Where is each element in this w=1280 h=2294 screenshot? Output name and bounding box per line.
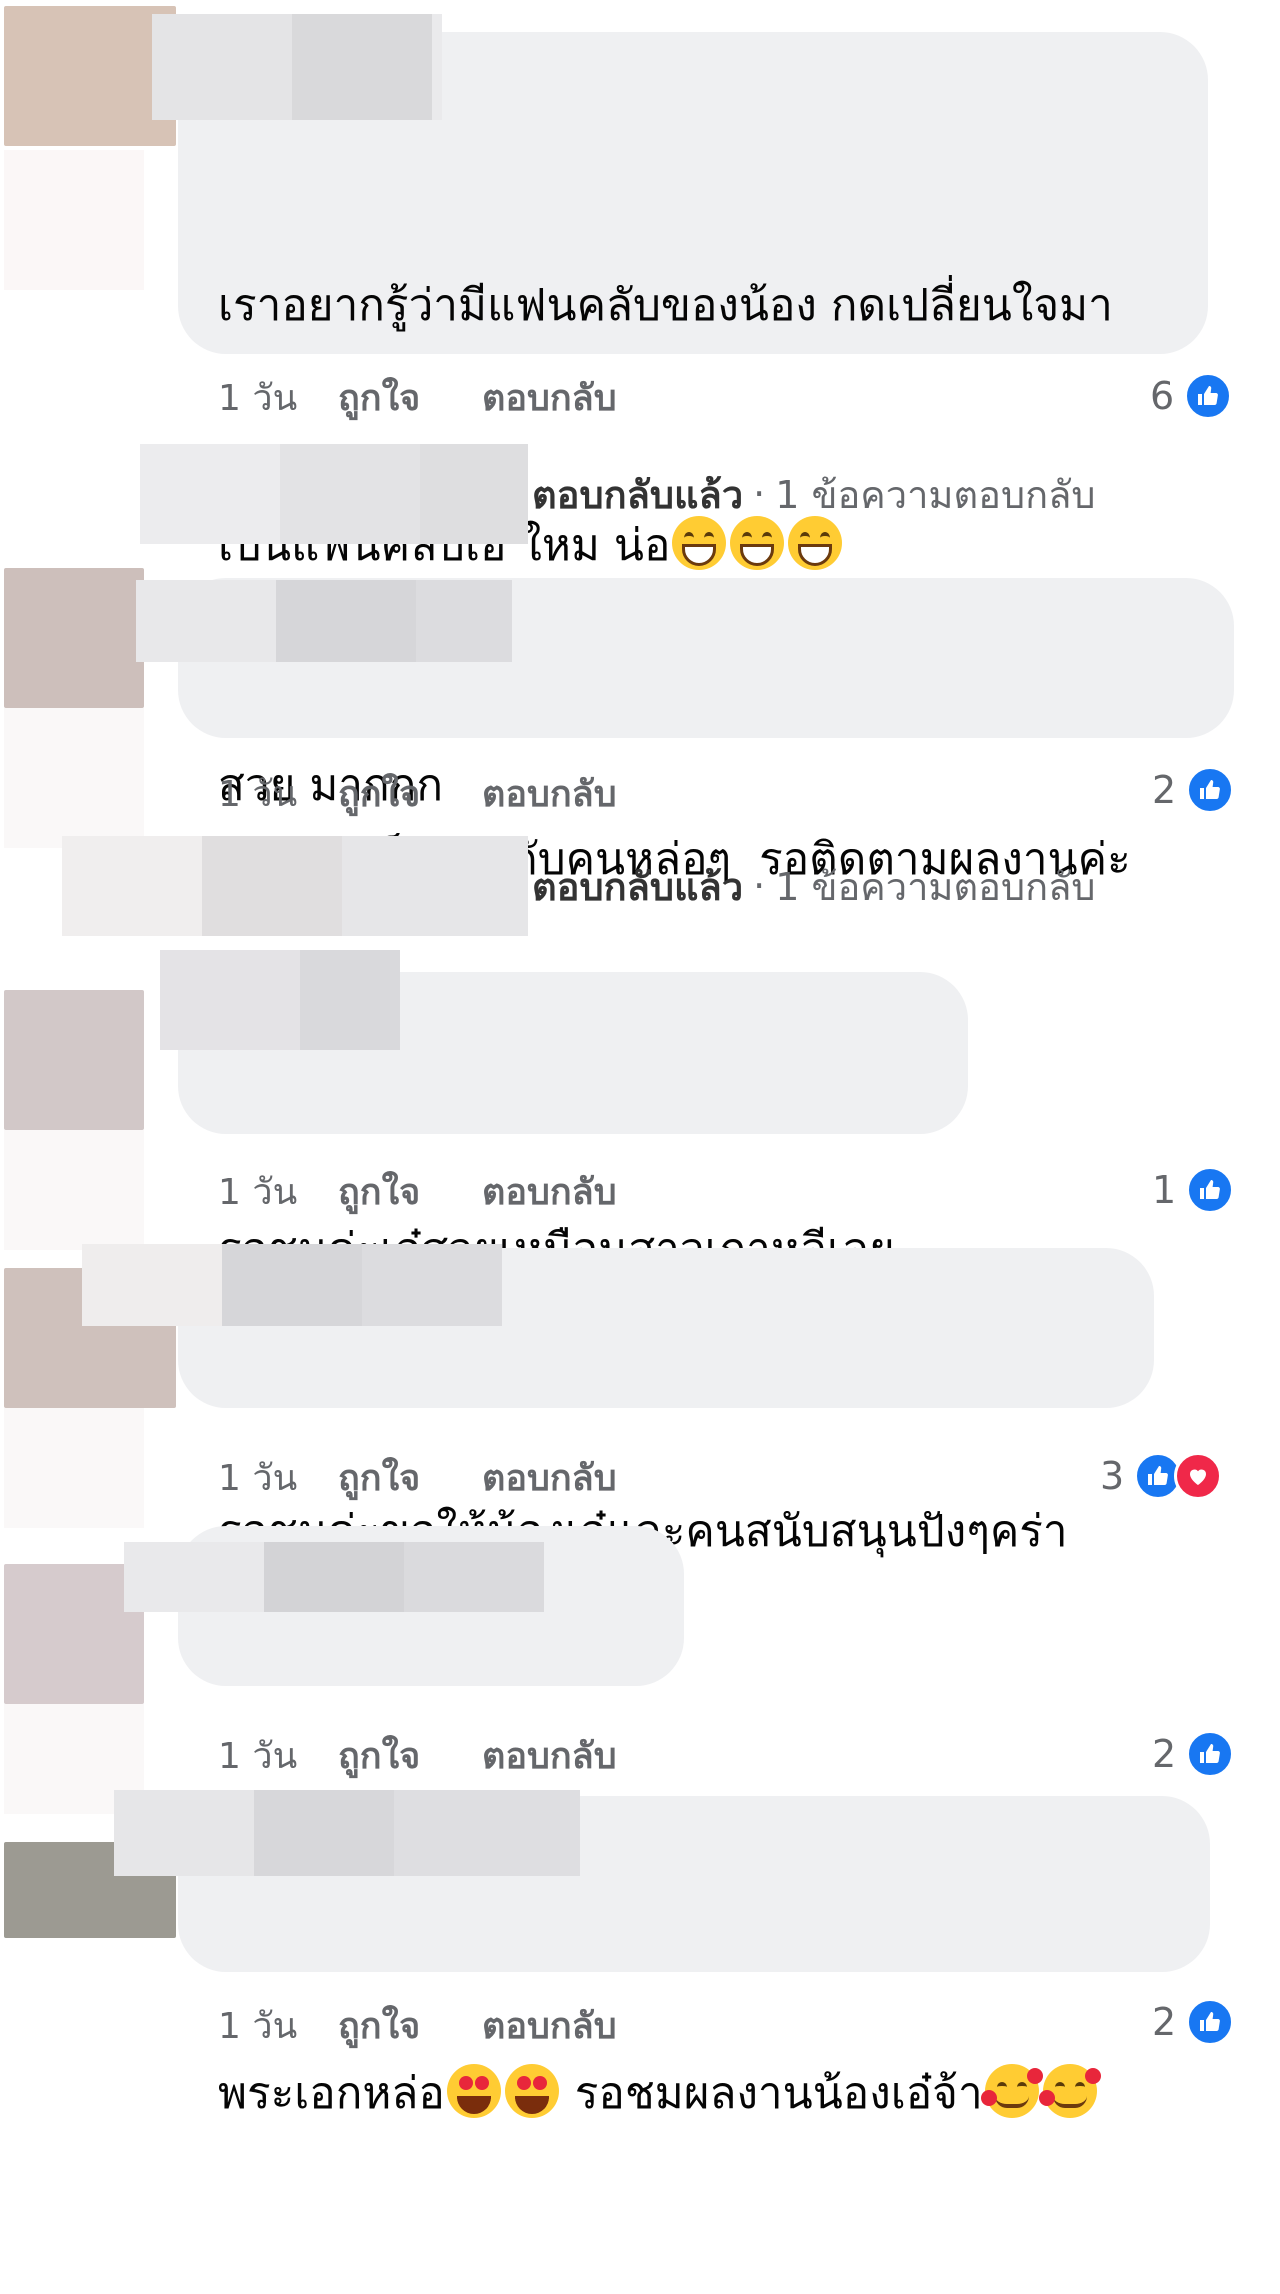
replier-avatar-name-blurred xyxy=(62,836,528,936)
timestamp[interactable]: 1 วัน xyxy=(218,369,338,426)
like-button[interactable]: ถูกใจ xyxy=(338,1163,482,1220)
like-button[interactable]: ถูกใจ xyxy=(338,1449,482,1506)
replier-avatar-name-blurred xyxy=(140,444,528,544)
reply-count: 1 ข้อความตอบกลับ xyxy=(775,864,1096,909)
reaction-summary[interactable]: 2 xyxy=(1152,1996,1235,2048)
like-button[interactable]: ถูกใจ xyxy=(338,369,482,426)
reaction-summary[interactable]: 3 xyxy=(1100,1450,1223,1502)
reply-button[interactable]: ตอบกลับ xyxy=(482,1449,617,1506)
reaction-summary[interactable]: 2 xyxy=(1152,764,1235,816)
comment-line-text: พระเอกหล่อ xyxy=(218,2068,445,2119)
separator: · xyxy=(753,472,766,516)
like-icon xyxy=(1186,766,1235,814)
author-name-blurred[interactable] xyxy=(160,950,400,1050)
smiling-face-with-hearts-icon xyxy=(980,2064,1043,2118)
reply-button[interactable]: ตอบกลับ xyxy=(482,369,617,426)
avatar-fade xyxy=(4,1408,144,1528)
avatar[interactable] xyxy=(4,6,176,146)
reaction-summary[interactable]: 6 xyxy=(1150,370,1233,422)
reply-thread-row[interactable]: ตอบกลับแล้ว · 1 ข้อความตอบกลับ xyxy=(62,836,1096,936)
avatar[interactable] xyxy=(4,990,144,1130)
replied-label: ตอบกลับแล้ว xyxy=(532,472,744,517)
love-icon xyxy=(1174,1452,1223,1500)
author-name-blurred[interactable] xyxy=(82,1244,502,1326)
comment-actions: 1 วัน ถูกใจ ตอบกลับ xyxy=(218,1166,617,1216)
replied-label: ตอบกลับแล้ว xyxy=(532,864,744,909)
reaction-count: 6 xyxy=(1150,374,1175,418)
avatar[interactable] xyxy=(4,1564,144,1704)
like-button[interactable]: ถูกใจ xyxy=(338,1997,482,2054)
timestamp[interactable]: 1 วัน xyxy=(218,1997,338,2054)
reaction-count: 2 xyxy=(1152,768,1177,812)
comment-text: พระเอกหล่อ รอชมผลงานน้องเอ๋จ้า xyxy=(218,1894,1101,2294)
heart-eyes-icon xyxy=(446,2064,501,2118)
comment-line: พระเอกหล่อ รอชมผลงานน้องเอ๋จ้า xyxy=(218,2054,1101,2134)
timestamp[interactable]: 1 วัน xyxy=(218,1449,338,1506)
like-icon xyxy=(1186,1730,1235,1778)
reaction-count: 3 xyxy=(1100,1454,1125,1498)
like-button[interactable]: ถูกใจ xyxy=(338,765,482,822)
comment-actions: 1 วัน ถูกใจ ตอบกลับ xyxy=(218,2000,617,2050)
avatar[interactable] xyxy=(4,568,144,708)
heart-eyes-icon xyxy=(504,2064,559,2118)
timestamp[interactable]: 1 วัน xyxy=(218,765,338,822)
separator: · xyxy=(753,864,766,908)
smiling-face-with-hearts-icon xyxy=(1038,2064,1101,2118)
author-name-blurred[interactable] xyxy=(152,14,442,120)
avatar-fade xyxy=(4,1130,144,1250)
like-icon xyxy=(1186,1166,1235,1214)
comment-actions: 1 วัน ถูกใจ ตอบกลับ xyxy=(218,1730,617,1780)
author-name-blurred[interactable] xyxy=(124,1542,544,1612)
reply-button[interactable]: ตอบกลับ xyxy=(482,1163,617,1220)
comment-line-text: รอชมผลงานน้องเอ๋จ้า xyxy=(574,2068,983,2119)
like-icon xyxy=(1184,372,1233,420)
reply-thread-row[interactable]: ตอบกลับแล้ว · 1 ข้อความตอบกลับ xyxy=(140,444,1096,544)
reaction-summary[interactable]: 2 xyxy=(1152,1728,1235,1780)
avatar-fade xyxy=(4,150,144,290)
like-icon xyxy=(1186,1998,1235,2046)
author-name-blurred[interactable] xyxy=(114,1790,580,1876)
comment-actions: 1 วัน ถูกใจ ตอบกลับ xyxy=(218,768,617,818)
timestamp[interactable]: 1 วัน xyxy=(218,1727,338,1784)
reaction-summary[interactable]: 1 xyxy=(1152,1164,1235,1216)
reply-button[interactable]: ตอบกลับ xyxy=(482,1997,617,2054)
reply-button[interactable]: ตอบกลับ xyxy=(482,1727,617,1784)
reaction-count: 2 xyxy=(1152,2000,1177,2044)
reply-button[interactable]: ตอบกลับ xyxy=(482,765,617,822)
like-button[interactable]: ถูกใจ xyxy=(338,1727,482,1784)
avatar-fade xyxy=(4,708,144,848)
reply-count: 1 ข้อความตอบกลับ xyxy=(775,472,1096,517)
author-name-blurred[interactable] xyxy=(136,580,512,662)
comment-line: เราอยากรู้ว่ามีแฟนคลับของน้อง กดเปลี่ยนใ… xyxy=(218,280,1113,331)
comment-actions: 1 วัน ถูกใจ ตอบกลับ xyxy=(218,1452,617,1502)
reaction-count: 2 xyxy=(1152,1732,1177,1776)
comment-actions: 1 วัน ถูกใจ ตอบกลับ xyxy=(218,372,617,422)
reaction-count: 1 xyxy=(1152,1168,1177,1212)
timestamp[interactable]: 1 วัน xyxy=(218,1163,338,1220)
